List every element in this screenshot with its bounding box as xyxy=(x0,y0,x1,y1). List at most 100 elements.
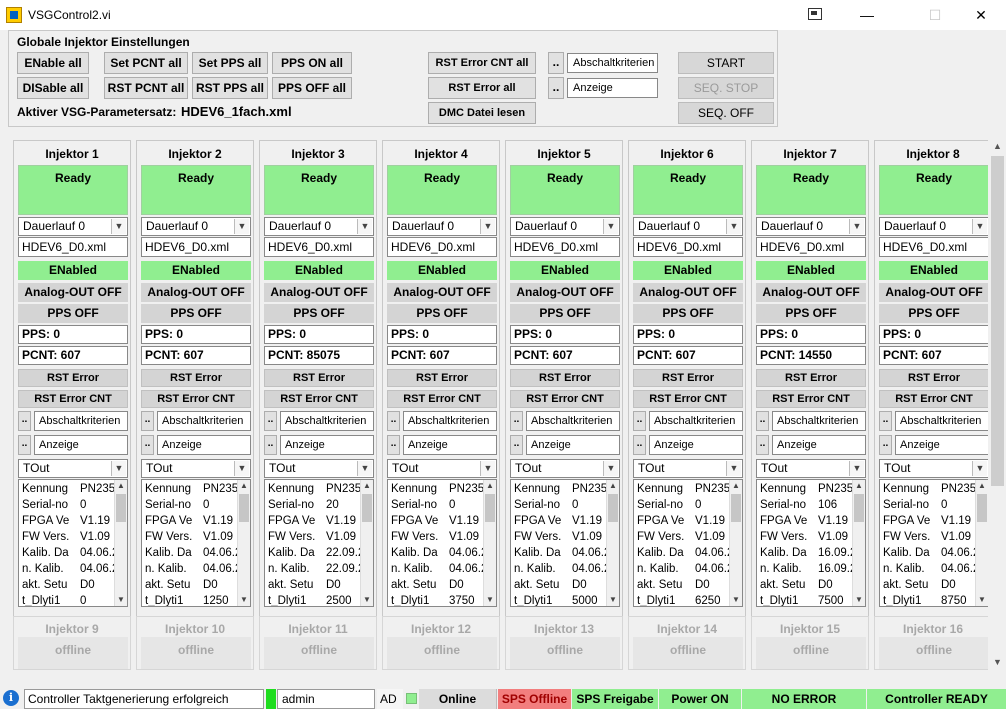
pcnt-value-field[interactable]: PCNT: 607 xyxy=(387,346,497,365)
anzeige-browse-button[interactable]: .. xyxy=(548,77,564,99)
anzeige-field[interactable]: Anzeige xyxy=(772,435,866,455)
abschaltkriterien-field[interactable]: Abschaltkriterien xyxy=(34,411,128,431)
pps-toggle-button[interactable]: PPS OFF xyxy=(879,304,988,323)
anzeige-browse-button[interactable]: .. xyxy=(18,435,31,455)
abschaltkriterien-browse-button[interactable]: .. xyxy=(510,411,523,431)
rst-error-cnt-button[interactable]: RST Error CNT xyxy=(18,390,128,408)
scroll-thumb[interactable] xyxy=(991,156,1004,486)
rst-pcnt-all-button[interactable]: RST PCNT all xyxy=(104,77,188,99)
scroll-down-arrow-icon[interactable]: ▼ xyxy=(976,594,988,606)
rst-error-cnt-button[interactable]: RST Error CNT xyxy=(756,390,866,408)
chevron-down-icon[interactable]: ▼ xyxy=(480,461,495,476)
pcnt-value-field[interactable]: PCNT: 607 xyxy=(633,346,743,365)
pcnt-value-field[interactable]: PCNT: 607 xyxy=(18,346,128,365)
anzeige-browse-button[interactable]: .. xyxy=(387,435,400,455)
abschaltkriterien-field[interactable]: Abschaltkriterien xyxy=(280,411,374,431)
pps-value-field[interactable]: PPS: 0 xyxy=(510,325,620,344)
rst-error-button[interactable]: RST Error xyxy=(141,369,251,387)
chevron-down-icon[interactable]: ▼ xyxy=(849,461,864,476)
pps-toggle-button[interactable]: PPS OFF xyxy=(756,304,866,323)
parameter-file-field[interactable]: HDEV6_D0.xml xyxy=(387,237,497,257)
parameter-file-field[interactable]: HDEV6_D0.xml xyxy=(633,237,743,257)
scroll-thumb[interactable] xyxy=(731,494,741,522)
enabled-toggle-button[interactable]: ENabled xyxy=(141,261,251,280)
abschaltkriterien-browse-button[interactable]: .. xyxy=(548,52,564,74)
analog-out-toggle-button[interactable]: Analog-OUT OFF xyxy=(510,283,620,302)
scroll-down-arrow-icon[interactable]: ▼ xyxy=(730,594,742,606)
scroll-up-arrow-icon[interactable]: ▲ xyxy=(853,480,865,492)
pps-value-field[interactable]: PPS: 0 xyxy=(879,325,988,344)
rst-error-cnt-button[interactable]: RST Error CNT xyxy=(633,390,743,408)
scroll-down-arrow-icon[interactable]: ▼ xyxy=(115,594,127,606)
mode-select[interactable]: Dauerlauf 0 ▼ xyxy=(264,217,374,236)
main-vertical-scrollbar[interactable]: ▲ ▼ xyxy=(989,138,1006,671)
rst-error-cnt-button[interactable]: RST Error CNT xyxy=(264,390,374,408)
anzeige-browse-button[interactable]: .. xyxy=(633,435,646,455)
analog-out-toggle-button[interactable]: Analog-OUT OFF xyxy=(264,283,374,302)
rst-error-cnt-button[interactable]: RST Error CNT xyxy=(510,390,620,408)
scroll-thumb[interactable] xyxy=(485,494,495,522)
start-button[interactable]: START xyxy=(678,52,774,74)
pps-value-field[interactable]: PPS: 0 xyxy=(264,325,374,344)
chevron-down-icon[interactable]: ▼ xyxy=(603,461,618,476)
analog-out-toggle-button[interactable]: Analog-OUT OFF xyxy=(141,283,251,302)
abschaltkriterien-browse-button[interactable]: .. xyxy=(387,411,400,431)
window-menu-icon[interactable] xyxy=(808,8,822,20)
rst-error-cnt-button[interactable]: RST Error CNT xyxy=(879,390,988,408)
pps-value-field[interactable]: PPS: 0 xyxy=(756,325,866,344)
chevron-down-icon[interactable]: ▼ xyxy=(972,219,987,234)
tout-select[interactable]: TOut ▼ xyxy=(387,459,497,478)
abschaltkriterien-field[interactable]: Abschaltkriterien xyxy=(403,411,497,431)
seq-off-button[interactable]: SEQ. OFF xyxy=(678,102,774,124)
pps-on-all-button[interactable]: PPS ON all xyxy=(272,52,352,74)
parameter-file-field[interactable]: HDEV6_D0.xml xyxy=(879,237,988,257)
chevron-down-icon[interactable]: ▼ xyxy=(234,219,249,234)
parameter-file-field[interactable]: HDEV6_D0.xml xyxy=(18,237,128,257)
abschaltkriterien-browse-button[interactable]: .. xyxy=(264,411,277,431)
scroll-thumb[interactable] xyxy=(239,494,249,522)
analog-out-toggle-button[interactable]: Analog-OUT OFF xyxy=(756,283,866,302)
rst-pps-all-button[interactable]: RST PPS all xyxy=(192,77,268,99)
tout-select[interactable]: TOut ▼ xyxy=(879,459,988,478)
scroll-thumb[interactable] xyxy=(977,494,987,522)
pps-toggle-button[interactable]: PPS OFF xyxy=(510,304,620,323)
tout-select[interactable]: TOut ▼ xyxy=(141,459,251,478)
chevron-down-icon[interactable]: ▼ xyxy=(111,219,126,234)
scroll-up-arrow-icon[interactable]: ▲ xyxy=(238,480,250,492)
scroll-down-arrow-icon[interactable]: ▼ xyxy=(238,594,250,606)
abschaltkriterien-field[interactable]: Abschaltkriterien xyxy=(567,53,658,73)
set-pps-all-button[interactable]: Set PPS all xyxy=(192,52,268,74)
abschaltkriterien-field[interactable]: Abschaltkriterien xyxy=(649,411,743,431)
rst-error-button[interactable]: RST Error xyxy=(879,369,988,387)
maximize-button[interactable]: ☐ xyxy=(912,0,958,30)
tout-select[interactable]: TOut ▼ xyxy=(18,459,128,478)
anzeige-field[interactable]: Anzeige xyxy=(280,435,374,455)
pps-toggle-button[interactable]: PPS OFF xyxy=(141,304,251,323)
rst-error-button[interactable]: RST Error xyxy=(264,369,374,387)
rst-error-cnt-all-button[interactable]: RST Error CNT all xyxy=(428,52,536,74)
scroll-up-arrow-icon[interactable]: ▲ xyxy=(730,480,742,492)
close-button[interactable]: ✕ xyxy=(958,0,1004,30)
info-list-scrollbar[interactable]: ▲ ▼ xyxy=(114,480,127,606)
anzeige-field[interactable]: Anzeige xyxy=(157,435,251,455)
injector-info-list[interactable]: Kennung PN2351 Serial-no 20 FPGA Ve V1.19 FW V… xyxy=(264,479,374,607)
mode-select[interactable]: Dauerlauf 0 ▼ xyxy=(141,217,251,236)
tout-select[interactable]: TOut ▼ xyxy=(756,459,866,478)
pcnt-value-field[interactable]: PCNT: 607 xyxy=(510,346,620,365)
scroll-down-arrow-icon[interactable]: ▼ xyxy=(607,594,619,606)
enabled-toggle-button[interactable]: ENabled xyxy=(879,261,988,280)
enabled-toggle-button[interactable]: ENabled xyxy=(510,261,620,280)
chevron-down-icon[interactable]: ▼ xyxy=(726,461,741,476)
pcnt-value-field[interactable]: PCNT: 14550 xyxy=(756,346,866,365)
pps-toggle-button[interactable]: PPS OFF xyxy=(633,304,743,323)
scroll-down-arrow-icon[interactable]: ▼ xyxy=(853,594,865,606)
anzeige-field[interactable]: Anzeige xyxy=(526,435,620,455)
mode-select[interactable]: Dauerlauf 0 ▼ xyxy=(387,217,497,236)
chevron-down-icon[interactable]: ▼ xyxy=(234,461,249,476)
tout-select[interactable]: TOut ▼ xyxy=(633,459,743,478)
scroll-thumb[interactable] xyxy=(608,494,618,522)
pps-toggle-button[interactable]: PPS OFF xyxy=(387,304,497,323)
rst-error-cnt-button[interactable]: RST Error CNT xyxy=(387,390,497,408)
abschaltkriterien-browse-button[interactable]: .. xyxy=(633,411,646,431)
anzeige-field[interactable]: Anzeige xyxy=(895,435,988,455)
